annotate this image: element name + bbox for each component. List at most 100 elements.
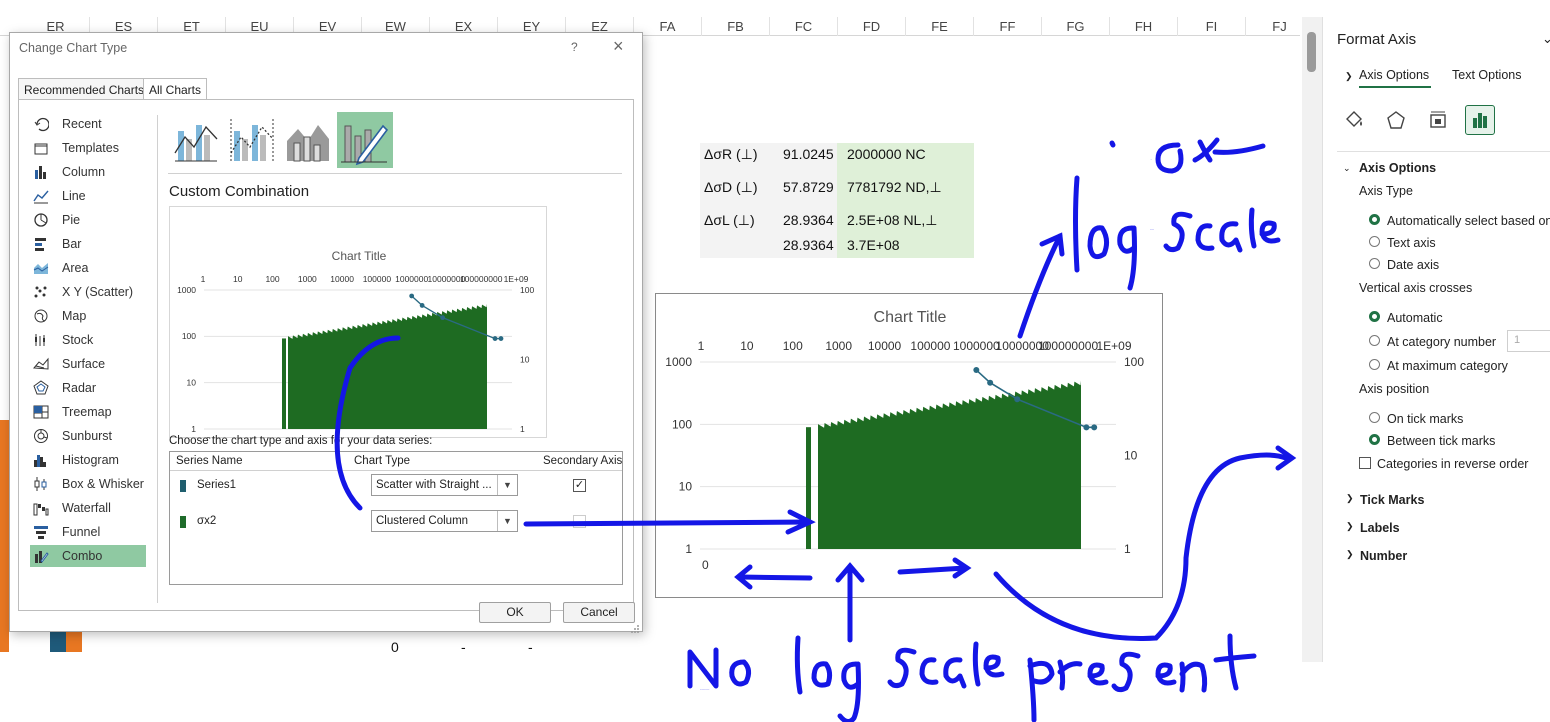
cancel-button[interactable]: Cancel xyxy=(563,602,635,623)
radio-crosses-category[interactable] xyxy=(1369,335,1380,346)
section-number[interactable]: Number xyxy=(1360,549,1407,563)
vertical-scrollbar[interactable] xyxy=(1302,17,1322,662)
bottom-dash-cell-2[interactable]: - xyxy=(528,639,533,655)
combo-variant-3[interactable] xyxy=(284,113,332,165)
column-header-fi[interactable]: FI xyxy=(1178,17,1246,36)
radio-crosses-max[interactable] xyxy=(1369,359,1380,370)
section-title: Custom Combination xyxy=(169,183,310,200)
nav-item-combo[interactable]: Combo xyxy=(30,545,146,567)
tab-recommended-charts[interactable]: Recommended Charts xyxy=(18,78,151,100)
chart-title[interactable]: Chart Title xyxy=(874,309,947,326)
left-axis-tick-label: 1 xyxy=(685,542,692,556)
combo-variant-custom[interactable] xyxy=(337,112,393,168)
resize-grip-icon[interactable] xyxy=(630,621,640,633)
series2-chart-type-dropdown[interactable]: Clustered Column ▼ xyxy=(371,510,518,532)
series1-secondary-checkbox[interactable]: ✓ xyxy=(573,479,586,492)
nav-item-histogram[interactable]: Histogram xyxy=(30,449,146,471)
nav-item-treemap[interactable]: Treemap xyxy=(30,401,146,423)
tab-axis-options[interactable]: Axis Options xyxy=(1359,68,1429,82)
scatter-point[interactable] xyxy=(1014,396,1021,403)
reverse-order-checkbox[interactable] xyxy=(1359,457,1371,469)
nav-item-bar[interactable]: Bar xyxy=(30,233,146,255)
chart-title[interactable]: Chart Title xyxy=(332,249,387,263)
column-bar[interactable] xyxy=(806,427,811,549)
combo-variant-1[interactable] xyxy=(172,113,220,165)
radio-auto-axis[interactable] xyxy=(1369,214,1380,225)
bottom-zero-cell[interactable]: 0 xyxy=(391,639,399,655)
series2-secondary-checkbox[interactable] xyxy=(573,515,586,528)
combo-variant-2[interactable] xyxy=(228,113,276,165)
main-chart[interactable]: Chart Title 1 10 100 1000 10000 100000 1000000 1… xyxy=(655,293,1163,598)
section-labels[interactable]: Labels xyxy=(1360,521,1400,535)
tab-text-options[interactable]: Text Options xyxy=(1452,68,1521,82)
scatter-point[interactable] xyxy=(492,336,498,341)
nav-item-waterfall[interactable]: Waterfall xyxy=(30,497,146,519)
column-bar[interactable] xyxy=(282,338,286,429)
column-header-fa[interactable]: FA xyxy=(634,17,702,36)
scatter-point[interactable] xyxy=(498,336,504,341)
section-tick-marks[interactable]: Tick Marks xyxy=(1360,493,1424,507)
radio-date-axis[interactable] xyxy=(1369,258,1380,269)
table-value-cell[interactable]: 91.0245 xyxy=(783,146,834,162)
scatter-point[interactable] xyxy=(987,379,994,386)
help-button[interactable]: ? xyxy=(571,40,578,54)
radio-crosses-auto[interactable] xyxy=(1369,311,1380,322)
table-label-cell[interactable]: ΔσL (⊥) xyxy=(704,212,755,229)
nav-item-recent[interactable]: Recent xyxy=(30,113,146,135)
bottom-dash-cell[interactable]: - xyxy=(461,639,466,655)
scatter-point[interactable] xyxy=(440,315,446,321)
nav-item-x-y-scatter[interactable]: X Y (Scatter) xyxy=(30,281,146,303)
scatter-point[interactable] xyxy=(1091,424,1098,431)
nav-item-column[interactable]: Column xyxy=(30,161,146,183)
column-header-fe[interactable]: FE xyxy=(906,17,974,36)
column-series-bars[interactable] xyxy=(288,303,487,429)
category-number-input[interactable]: 1 xyxy=(1507,330,1550,352)
ok-button[interactable]: OK xyxy=(479,602,551,623)
nav-item-line[interactable]: Line xyxy=(30,185,146,207)
column-header-fg[interactable]: FG xyxy=(1042,17,1110,36)
fill-line-icon[interactable] xyxy=(1339,105,1369,135)
table-result-cell[interactable]: 2.5E+08 NL,⊥ xyxy=(847,212,937,229)
nav-item-radar[interactable]: Radar xyxy=(30,377,146,399)
nav-item-templates[interactable]: Templates xyxy=(30,137,146,159)
scatter-point[interactable] xyxy=(973,367,980,374)
scatter-point[interactable] xyxy=(409,293,415,299)
column-header-fd[interactable]: FD xyxy=(838,17,906,36)
scatter-point[interactable] xyxy=(1083,424,1090,431)
axis-options-icon[interactable] xyxy=(1465,105,1495,135)
nav-item-sunburst[interactable]: Sunburst xyxy=(30,425,146,447)
column-series-bars[interactable] xyxy=(818,380,1081,549)
table-label-cell[interactable]: ΔσR (⊥) xyxy=(704,146,758,163)
nav-item-area[interactable]: Area xyxy=(30,257,146,279)
nav-item-pie[interactable]: Pie xyxy=(30,209,146,231)
nav-item-funnel[interactable]: Funnel xyxy=(30,521,146,543)
radio-text-axis[interactable] xyxy=(1369,236,1380,247)
series1-chart-type-dropdown[interactable]: Scatter with Straight ... ▼ xyxy=(371,474,518,496)
nav-item-stock[interactable]: Stock xyxy=(30,329,146,351)
size-properties-icon[interactable] xyxy=(1423,105,1453,135)
table-value-cell[interactable]: 28.9364 xyxy=(783,212,834,228)
effects-icon[interactable] xyxy=(1381,105,1411,135)
section-axis-options[interactable]: Axis Options xyxy=(1359,161,1436,175)
column-header-fc[interactable]: FC xyxy=(770,17,838,36)
nav-item-surface[interactable]: Surface xyxy=(30,353,146,375)
table-result-cell[interactable]: 2000000 NC xyxy=(847,146,926,162)
nav-item-map[interactable]: Map xyxy=(30,305,146,327)
radio-between-tick[interactable] xyxy=(1369,434,1380,445)
column-header-fb[interactable]: FB xyxy=(702,17,770,36)
tab-all-charts[interactable]: All Charts xyxy=(143,78,208,100)
table-value-cell[interactable]: 28.9364 xyxy=(783,237,834,253)
table-result-cell[interactable]: 7781792 ND,⊥ xyxy=(847,179,942,196)
nav-item-box-whisker[interactable]: Box & Whisker xyxy=(30,473,146,495)
table-value-cell[interactable]: 57.8729 xyxy=(783,179,834,195)
scatter-point[interactable] xyxy=(419,303,425,308)
column-header-ff[interactable]: FF xyxy=(974,17,1042,36)
axis-type-label: Axis Type xyxy=(1359,184,1413,198)
close-button[interactable]: × xyxy=(613,36,624,57)
table-result-cell[interactable]: 3.7E+08 xyxy=(847,237,900,253)
table-label-cell[interactable]: ΔσD (⊥) xyxy=(704,179,758,196)
scrollbar-thumb[interactable] xyxy=(1307,32,1316,72)
radio-on-tick[interactable] xyxy=(1369,412,1380,423)
column-header-fh[interactable]: FH xyxy=(1110,17,1178,36)
pane-chevron-icon[interactable]: ⌄ xyxy=(1542,31,1550,47)
